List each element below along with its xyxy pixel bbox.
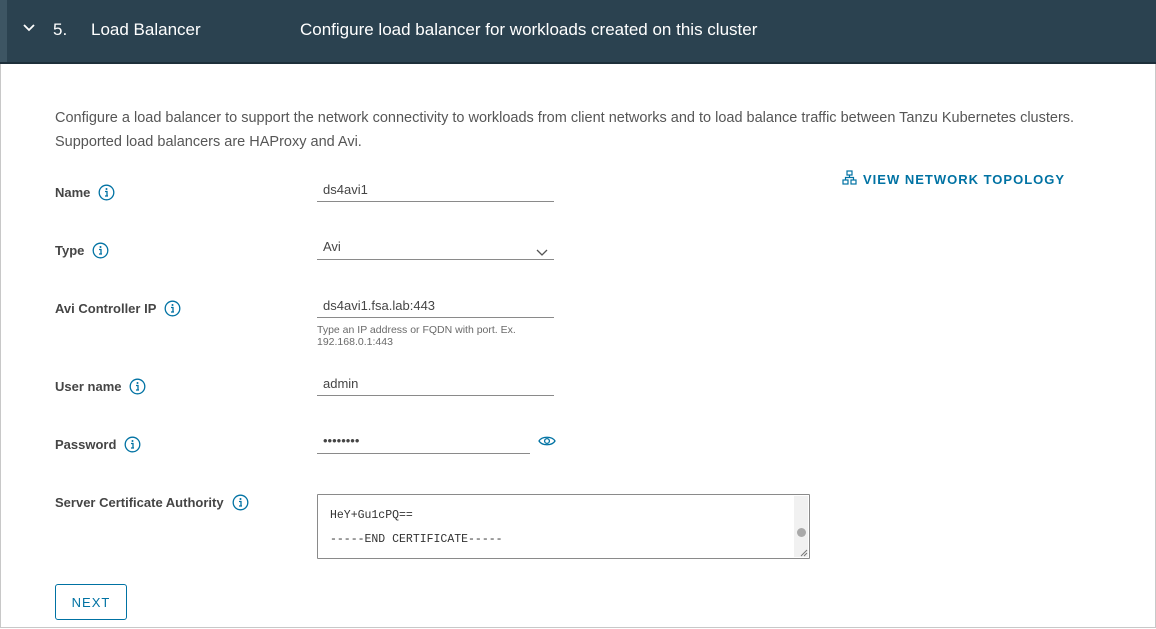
username-input-box[interactable]: [323, 372, 554, 394]
name-label: Name: [55, 182, 115, 202]
password-label: Password: [55, 434, 141, 454]
type-label-text: Type: [55, 242, 85, 258]
controller-ip-label-text: Avi Controller IP: [55, 300, 157, 316]
next-button[interactable]: NEXT: [55, 584, 127, 620]
password-input[interactable]: ••••••••: [317, 430, 530, 454]
certificate-textarea[interactable]: HeY+Gu1cPQ== -----END CERTIFICATE-----: [317, 494, 810, 559]
type-select-value: Avi: [323, 239, 341, 254]
name-input-box[interactable]: [323, 178, 554, 200]
chevron-down-icon: [536, 242, 548, 256]
controller-ip-input-box[interactable]: [323, 294, 554, 316]
step-number: 5.: [53, 20, 68, 39]
controller-ip-label: Avi Controller IP: [55, 298, 181, 318]
controller-ip-help-line2: 192.168.0.1:443: [317, 336, 393, 348]
certificate-line-2: -----END CERTIFICATE-----: [330, 533, 503, 546]
header-accent: [0, 0, 7, 62]
info-icon[interactable]: [232, 494, 249, 511]
name-input[interactable]: [317, 178, 554, 202]
info-icon[interactable]: [92, 242, 109, 259]
view-network-topology-label: VIEW NETWORK TOPOLOGY: [863, 171, 1066, 187]
eye-icon[interactable]: [538, 434, 556, 448]
controller-ip-help-line1: Type an IP address or FQDN with port. Ex…: [317, 324, 516, 336]
scroll-thumb[interactable]: [797, 528, 806, 537]
type-label: Type: [55, 240, 109, 260]
info-icon[interactable]: [124, 436, 141, 453]
name-label-text: Name: [55, 184, 91, 200]
intro-text: Configure a load balancer to support the…: [55, 110, 1075, 150]
step-description: Configure load balancer for workloads cr…: [300, 20, 758, 39]
certificate-line-1: HeY+Gu1cPQ==: [330, 509, 413, 522]
type-select[interactable]: Avi: [317, 236, 554, 260]
info-icon[interactable]: [129, 378, 146, 395]
password-input-value: ••••••••: [323, 433, 360, 448]
username-input[interactable]: [317, 372, 554, 396]
network-topology-icon: [842, 170, 857, 188]
chevron-down-icon[interactable]: [22, 21, 36, 35]
certificate-label-text: Server Certificate Authority: [55, 494, 224, 510]
username-label-text: User name: [55, 378, 122, 394]
info-icon[interactable]: [98, 184, 115, 201]
step-header[interactable]: 5. Load Balancer Configure load balancer…: [0, 0, 1156, 64]
resize-grip-icon[interactable]: [798, 547, 808, 557]
view-network-topology-link[interactable]: VIEW NETWORK TOPOLOGY: [842, 170, 1065, 188]
certificate-label: Server Certificate Authority: [55, 492, 249, 512]
password-label-text: Password: [55, 436, 117, 452]
info-icon[interactable]: [164, 300, 181, 317]
username-label: User name: [55, 376, 146, 396]
controller-ip-help: Type an IP address or FQDN with port. Ex…: [317, 324, 557, 348]
controller-ip-input[interactable]: [317, 294, 554, 318]
step-title: Load Balancer: [91, 20, 201, 39]
